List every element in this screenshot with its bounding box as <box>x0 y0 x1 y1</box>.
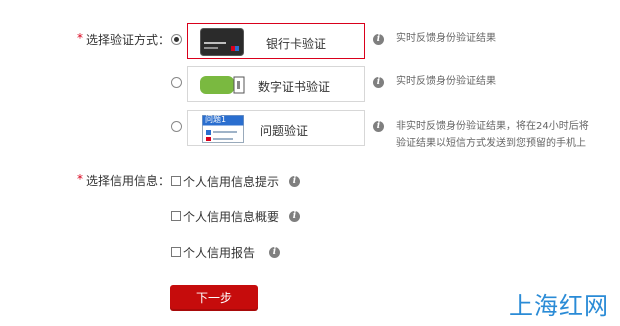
verify-method-label: 选择验证方式： <box>86 33 171 47</box>
info-icon: i <box>269 247 280 258</box>
option-question[interactable]: 问题1 问题验证 <box>187 110 365 146</box>
info-icon: i <box>373 121 384 132</box>
watermark: 上海红网 <box>509 292 609 320</box>
usb-key-icon <box>200 74 246 96</box>
checkbox-credit-report[interactable] <box>171 247 181 257</box>
checkbox-credit-tip[interactable] <box>171 176 181 186</box>
question-hint: 非实时反馈身份验证结果，将在24小时后将 验证结果以短信方式发送到您预留的手机上 <box>396 118 611 152</box>
radio-bank-card[interactable] <box>171 34 182 45</box>
bank-card-icon <box>200 28 244 56</box>
question-card-label: 问题1 <box>205 115 227 124</box>
info-icon: i <box>289 211 300 222</box>
credit-summary-label[interactable]: 个人信用信息概要 <box>183 208 279 225</box>
required-mark: * <box>77 172 83 186</box>
info-icon: i <box>373 77 384 88</box>
question-hint-line-2: 验证结果以短信方式发送到您预留的手机上 <box>396 138 586 149</box>
info-icon: i <box>289 176 300 187</box>
checkbox-credit-summary[interactable] <box>171 211 181 221</box>
next-step-button[interactable]: 下一步 <box>170 285 258 311</box>
question-hint-line-1: 非实时反馈身份验证结果，将在24小时后将 <box>396 121 589 132</box>
option-bank-card-label: 银行卡验证 <box>266 37 327 51</box>
question-card-icon: 问题1 <box>202 115 244 143</box>
credit-tip-label[interactable]: 个人信用信息提示 <box>183 173 279 190</box>
bank-card-hint: 实时反馈身份验证结果 <box>396 33 496 44</box>
credit-info-label: 选择信用信息： <box>86 174 171 188</box>
option-digital-cert[interactable]: 数字证书验证 <box>187 66 365 102</box>
radio-digital-cert[interactable] <box>171 77 182 88</box>
option-digital-cert-label: 数字证书验证 <box>258 80 331 94</box>
info-icon: i <box>373 34 384 45</box>
radio-question[interactable] <box>171 121 182 132</box>
option-bank-card[interactable]: 银行卡验证 <box>187 23 365 59</box>
credit-report-label[interactable]: 个人信用报告 <box>183 244 255 261</box>
option-question-label: 问题验证 <box>260 124 309 138</box>
required-mark: * <box>77 31 83 45</box>
digital-cert-hint: 实时反馈身份验证结果 <box>396 76 496 87</box>
